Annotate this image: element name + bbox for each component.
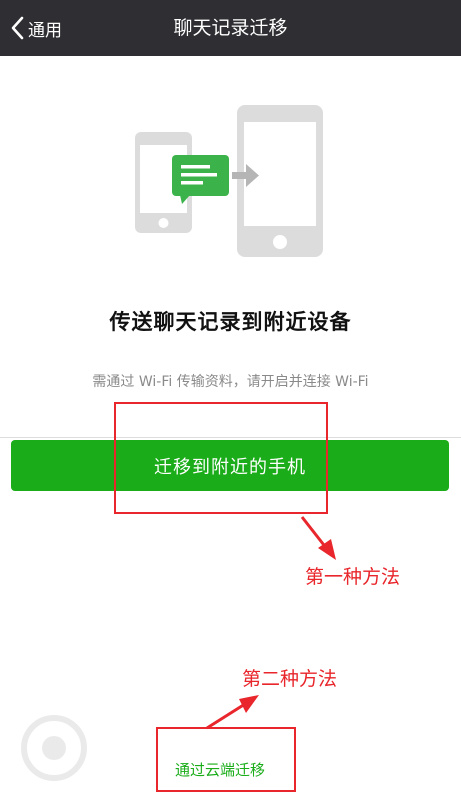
annotation-box-first — [114, 402, 328, 514]
headline: 传送聊天记录到附近设备 — [109, 310, 352, 334]
annotation-arrow-first-icon — [300, 516, 336, 560]
annotation-first-method: 第一种方法 — [305, 566, 401, 588]
wifi-instructions: 需通过 Wi-Fi 传输资料，请开启并连接 Wi-Fi — [92, 374, 369, 390]
page-title: 聊天记录迁移 — [173, 17, 288, 39]
migrate-via-cloud-link[interactable]: 通过云端迁移 — [175, 759, 265, 780]
migration-illustration — [135, 105, 323, 257]
chat-bubble-icon — [172, 155, 229, 204]
annotation-arrow-second-icon — [206, 695, 259, 730]
annotation-second-method: 第二种方法 — [242, 668, 338, 690]
navigation-bar: 通用 聊天记录迁移 — [0, 0, 461, 56]
watermark-icon — [21, 715, 87, 781]
